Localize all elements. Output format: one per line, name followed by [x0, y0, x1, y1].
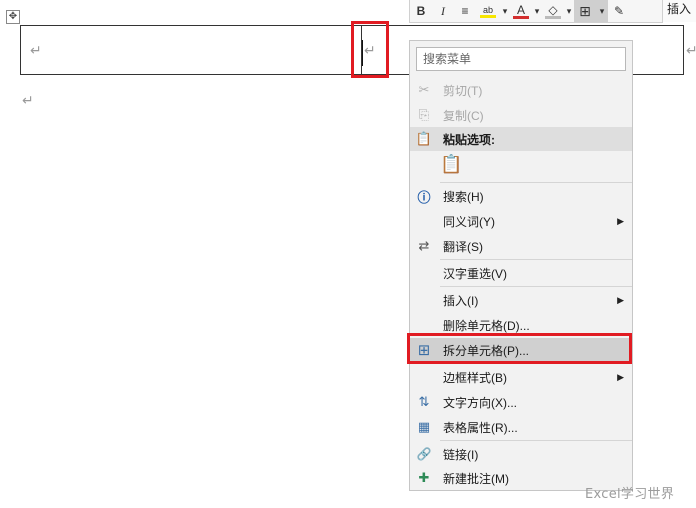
font-color-dropdown[interactable]: ▾: [532, 0, 542, 22]
menu-item-label: 表格属性(R)...: [443, 420, 518, 435]
format-painter-button[interactable]: ✎: [608, 0, 630, 22]
borders-button[interactable]: ⊞: [574, 0, 596, 22]
menu-item-text-direction[interactable]: ⇅ 文字方向(X)...: [410, 390, 632, 414]
highlight-icon: ab: [482, 4, 493, 15]
menu-item-label: 边框样式(B): [443, 370, 507, 385]
search-menu-input[interactable]: 搜索菜单: [416, 47, 626, 71]
menu-item-translate[interactable]: ⇄ 翻译(S): [410, 234, 632, 258]
watermark: Excel学习世界: [585, 487, 675, 502]
new-comment-icon: ✚: [418, 470, 430, 485]
italic-button[interactable]: I: [432, 0, 454, 22]
font-color-button[interactable]: A: [510, 0, 532, 22]
menu-item-label: 复制(C): [443, 108, 484, 123]
mini-toolbar: B I ≡ ab ▾ A ▾ ◇ ▾ ⊞ ▾ ✎: [409, 0, 663, 23]
menu-item-label: 粘贴选项:: [443, 132, 495, 147]
paragraph-mark: ↵: [686, 43, 696, 59]
highlight-button[interactable]: ab: [476, 0, 500, 22]
link-icon: 🔗: [416, 447, 432, 461]
menu-separator: [440, 259, 632, 260]
table-properties-icon: ▦: [417, 419, 431, 434]
menu-item-cut[interactable]: ✂ 剪切(T): [410, 78, 632, 102]
shading-dropdown[interactable]: ▾: [564, 0, 574, 22]
split-cells-highlight-box: [407, 333, 632, 364]
menu-item-insert[interactable]: 插入(I) ▶: [410, 288, 632, 312]
font-color-icon: A: [516, 2, 525, 17]
paragraph-mark: ↵: [22, 93, 34, 109]
menu-item-paste-options: 📋 粘贴选项:: [410, 127, 632, 151]
shading-icon: ◇: [548, 2, 558, 17]
shading-color-bar: [545, 15, 561, 19]
menu-item-table-properties[interactable]: ▦ 表格属性(R)...: [410, 415, 632, 439]
shading-button[interactable]: ◇: [542, 0, 564, 22]
scissors-icon: ✂: [418, 82, 430, 97]
cursor-highlight-box: [351, 21, 389, 78]
menu-item-synonyms[interactable]: 同义词(Y) ▶: [410, 209, 632, 233]
menu-item-label: 文字方向(X)...: [443, 395, 517, 410]
submenu-arrow-icon: ▶: [617, 215, 624, 226]
menu-item-label: 汉字重选(V): [443, 266, 507, 281]
menu-item-label: 搜索(H): [443, 189, 484, 204]
menu-separator: [440, 182, 632, 183]
menu-separator: [440, 440, 632, 441]
highlight-dropdown[interactable]: ▾: [500, 0, 510, 22]
font-color-bar: [513, 15, 529, 19]
menu-item-link[interactable]: 🔗 链接(I): [410, 442, 632, 466]
menu-item-reconvert[interactable]: 汉字重选(V): [410, 261, 632, 285]
center-align-button[interactable]: ≡: [454, 0, 476, 22]
paste-keep-text-only-button[interactable]: 📋: [440, 154, 464, 180]
menu-item-label: 插入(I): [443, 293, 479, 308]
menu-item-label: 新建批注(M): [443, 471, 509, 486]
highlight-color-bar: [480, 14, 496, 18]
menu-item-search[interactable]: ⓘ 搜索(H): [410, 184, 632, 208]
text-direction-icon: ⇅: [418, 394, 430, 409]
menu-item-label: 翻译(S): [443, 239, 483, 254]
menu-item-copy[interactable]: ⎘ 复制(C): [410, 103, 632, 127]
paragraph-mark: ↵: [30, 43, 42, 59]
bold-button[interactable]: B: [410, 0, 432, 22]
search-icon: ⓘ: [417, 189, 431, 205]
menu-item-label: 删除单元格(D)...: [443, 318, 530, 333]
submenu-arrow-icon: ▶: [617, 371, 624, 382]
menu-item-label: 同义词(Y): [443, 214, 495, 229]
borders-dropdown[interactable]: ▾: [596, 0, 608, 22]
menu-item-border-styles[interactable]: 边框样式(B) ▶: [410, 365, 632, 389]
copy-icon: ⎘: [418, 107, 430, 122]
submenu-arrow-icon: ▶: [617, 294, 624, 305]
menu-item-label: 剪切(T): [443, 83, 483, 98]
context-menu: 搜索菜单 ✂ 剪切(T) ⎘ 复制(C) 📋 粘贴选项: 📋 ⓘ 搜索(H) 同…: [409, 40, 633, 491]
translate-icon: ⇄: [418, 238, 430, 253]
menu-item-label: 链接(I): [443, 447, 479, 462]
paste-icon: 📋: [415, 131, 433, 146]
menu-separator: [440, 286, 632, 287]
table-move-handle[interactable]: ✥: [6, 10, 20, 24]
insert-button[interactable]: 插入: [662, 0, 696, 22]
